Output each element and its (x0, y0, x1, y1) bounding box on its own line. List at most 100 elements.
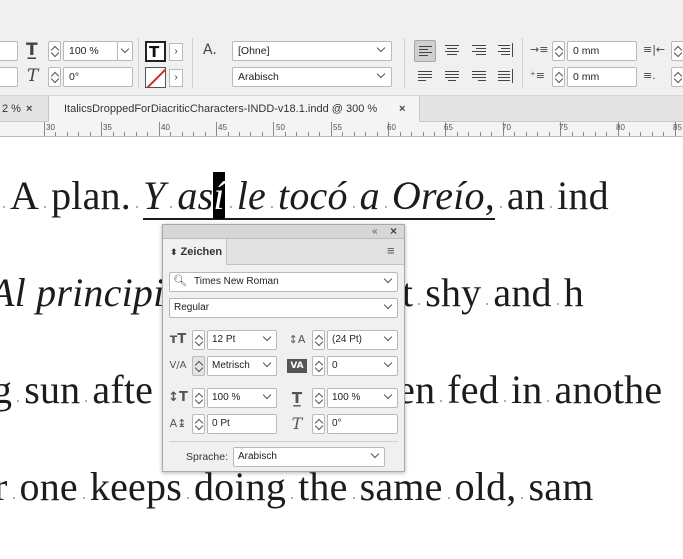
selected-character[interactable]: í (213, 172, 225, 219)
ruler-tick (331, 122, 332, 136)
collapse-panel-icon[interactable]: « (372, 225, 378, 238)
tab-close-icon[interactable]: × (26, 96, 32, 122)
tab-zeichen[interactable]: ⬍ Zeichen (163, 239, 227, 265)
character-style-select[interactable]: [Ohne] (232, 41, 392, 61)
horizontal-scale-dropdown[interactable] (117, 41, 133, 61)
panel-menu-icon[interactable]: ≡ (387, 243, 395, 258)
first-line-indent-field[interactable]: 0 mm (567, 67, 637, 87)
tab-label: 2 % (2, 103, 21, 115)
tab-previous-document[interactable]: 2 % (0, 96, 46, 122)
left-cutoff-field-2[interactable] (0, 67, 18, 87)
font-size-stepper[interactable] (192, 330, 205, 350)
left-indent-icon: →≡ (530, 43, 549, 56)
align-towards-spine-button[interactable] (495, 40, 517, 62)
tracking-dropdown[interactable] (381, 356, 397, 376)
font-family-field[interactable]: Times New Roman (169, 272, 398, 292)
horizontal-scale-stepper[interactable] (48, 41, 61, 61)
ruler-tick (457, 132, 458, 136)
language-dropdown[interactable] (374, 67, 390, 87)
right-indent-stepper[interactable] (671, 41, 683, 61)
last-line-indent-stepper[interactable] (671, 67, 683, 87)
baseline-shift-icon: A↨ (169, 417, 187, 430)
font-style-dropdown[interactable] (381, 298, 397, 318)
ruler-tick (205, 132, 206, 136)
vertical-scale-dropdown[interactable] (260, 388, 276, 408)
skew-stepper[interactable] (312, 414, 325, 434)
panel-titlebar[interactable]: « × (163, 224, 404, 239)
tab-active-document[interactable]: ItalicsDroppedForDiacriticCharacters-IND… (48, 96, 420, 122)
language-select[interactable]: Arabisch (232, 67, 392, 87)
ruler-tick (595, 132, 596, 136)
baseline-shift-field[interactable]: 0 Pt (207, 414, 277, 434)
leading-stepper[interactable] (312, 330, 325, 350)
ruler-tick (652, 132, 653, 136)
separator (138, 38, 139, 88)
language-dropdown[interactable] (368, 447, 384, 467)
ruler-tick (354, 132, 355, 136)
ruler-label: 60 (387, 123, 396, 132)
close-panel-icon[interactable]: × (390, 224, 397, 238)
ruler-tick (583, 132, 584, 136)
font-size-dropdown[interactable] (260, 330, 276, 350)
language-select[interactable]: Arabisch (233, 447, 385, 467)
skew-icon: T (291, 414, 303, 433)
font-style-field[interactable]: Regular (169, 298, 398, 318)
ruler-tick (342, 132, 343, 136)
ruler-label: 35 (103, 123, 112, 132)
text-fill-swatch[interactable]: T (145, 41, 166, 62)
left-indent-field[interactable]: 0 mm (567, 41, 637, 61)
justify-right-button[interactable] (468, 66, 490, 88)
ruler-tick (285, 132, 286, 136)
none-slash-icon (146, 68, 165, 87)
last-line-indent-icon: ≡. (643, 69, 656, 82)
ruler-tick (101, 122, 102, 136)
font-search-icon[interactable]: 🔍︎ (173, 274, 187, 287)
horizontal-ruler[interactable]: 30 35 40 45 50 55 60 65 70 75 80 85 (0, 122, 683, 137)
text-line-1[interactable]: Aplan. Yasí le tocó a Oreío, an ind (0, 172, 609, 220)
first-line-indent-stepper[interactable] (552, 67, 565, 87)
skew-stepper[interactable] (48, 67, 61, 87)
ruler-label: 65 (444, 123, 453, 132)
ruler-tick (216, 122, 217, 136)
first-line-indent-icon: ⁺≡ (530, 69, 546, 82)
ruler-tick (262, 132, 263, 136)
kerning-stepper[interactable] (192, 356, 205, 376)
baseline-shift-stepper[interactable] (192, 414, 205, 434)
ruler-tick (147, 132, 148, 136)
skew-field[interactable]: 0° (63, 67, 133, 87)
align-left-button[interactable] (414, 40, 436, 62)
horizontal-scale-stepper[interactable] (312, 388, 325, 408)
horizontal-scale-dropdown[interactable] (381, 388, 397, 408)
left-indent-stepper[interactable] (552, 41, 565, 61)
ruler-tick (365, 132, 366, 136)
ruler-tick (228, 132, 229, 136)
ruler-tick (296, 132, 297, 136)
ruler-tick (55, 132, 56, 136)
left-cutoff-field-1[interactable] (0, 41, 18, 61)
vertical-scale-stepper[interactable] (192, 388, 205, 408)
horizontal-scale-field[interactable]: 100 % (63, 41, 118, 61)
font-family-dropdown[interactable] (381, 272, 397, 292)
skew-field[interactable]: 0° (327, 414, 398, 434)
ruler-tick (537, 132, 538, 136)
ruler-tick (78, 132, 79, 136)
stroke-flyout-button[interactable]: › (169, 69, 183, 87)
character-style-dropdown[interactable] (374, 41, 390, 61)
character-panel[interactable]: « × ⬍ Zeichen ≡ Times New Roman 🔍︎ Regula… (162, 224, 405, 472)
stroke-none-swatch[interactable] (145, 67, 166, 88)
justify-center-button[interactable] (441, 66, 463, 88)
align-center-button[interactable] (441, 40, 463, 62)
ruler-tick (319, 132, 320, 136)
ruler-tick (514, 132, 515, 136)
fill-flyout-button[interactable]: › (169, 43, 183, 61)
tab-close-icon[interactable]: × (399, 96, 405, 122)
kerning-dropdown[interactable] (260, 356, 276, 376)
ruler-tick (159, 122, 160, 136)
justify-all-button[interactable] (495, 66, 517, 88)
align-right-button[interactable] (468, 40, 490, 62)
tracking-stepper[interactable] (312, 356, 325, 376)
justify-left-button[interactable] (414, 66, 436, 88)
ruler-tick (468, 132, 469, 136)
ruler-label: 50 (276, 123, 285, 132)
leading-dropdown[interactable] (381, 330, 397, 350)
